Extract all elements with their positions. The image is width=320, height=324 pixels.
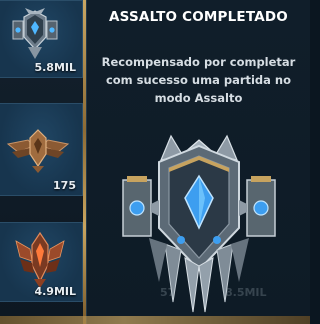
flame-wing-crest-icon xyxy=(15,231,65,288)
achievement-count: 5.8MIL xyxy=(34,61,76,74)
achievement-tooltip: ASSALTO COMPLETADO Recompensado por comp… xyxy=(86,0,310,324)
achievement-count: 4.9MIL xyxy=(34,285,76,298)
achievements-panel: 5.8MIL 175 4.9MIL ASSALTO COMPLETADO Rec… xyxy=(0,0,310,324)
assault-shield-emblem-icon xyxy=(122,134,276,313)
winged-bronze-crest-icon xyxy=(6,129,70,173)
bottom-gold-border xyxy=(0,316,310,324)
achievement-card-bronze[interactable]: 175 xyxy=(0,103,83,196)
achievement-card-assault[interactable]: 5.8MIL xyxy=(0,0,83,78)
achievement-card-flame[interactable]: 4.9MIL xyxy=(0,222,83,302)
tooltip-description: Recompensado por completar com sucesso u… xyxy=(101,55,296,105)
shield-crest-icon xyxy=(12,8,58,59)
achievement-count: 175 xyxy=(53,179,76,192)
tooltip-title: ASSALTO COMPLETADO xyxy=(109,9,288,25)
